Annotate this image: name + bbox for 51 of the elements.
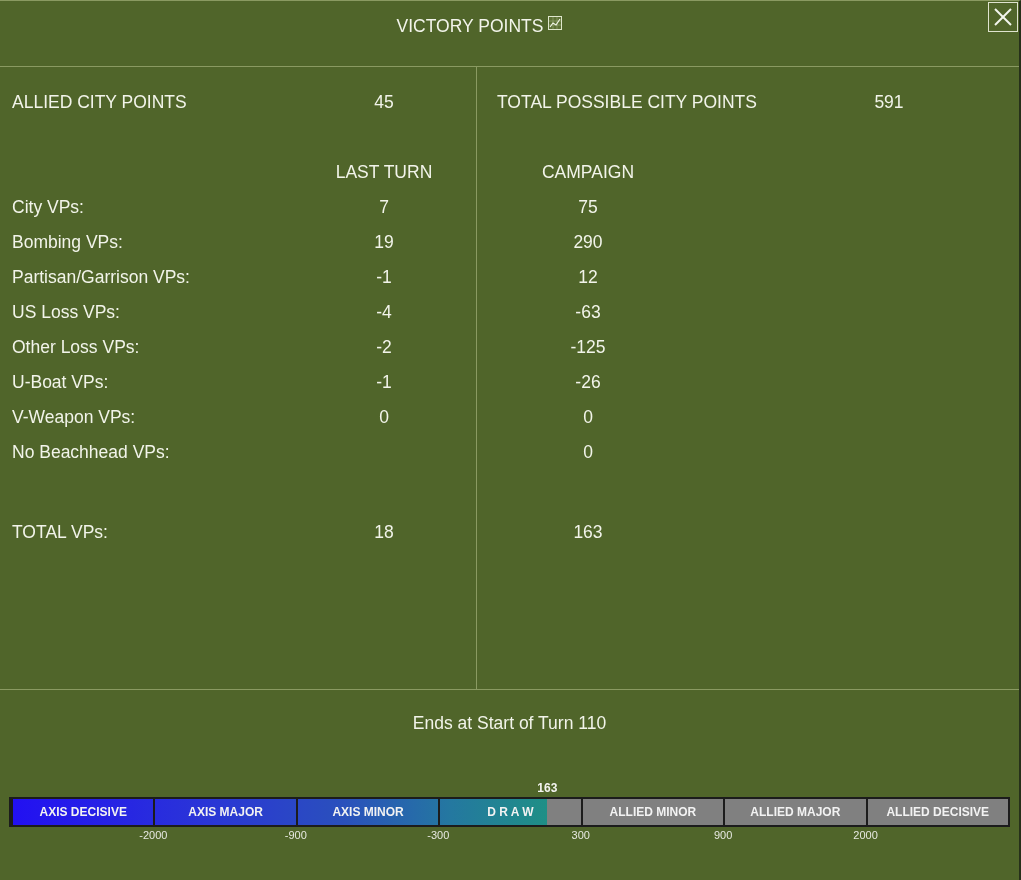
last-turn-value: -1 xyxy=(376,265,392,288)
chart-icon[interactable] xyxy=(548,16,563,30)
row-label: City VPs: xyxy=(12,195,84,218)
campaign-total: 163 xyxy=(573,520,603,543)
marker-value: 163 xyxy=(537,781,558,795)
victory-level-label: ALLIED MINOR xyxy=(609,805,697,819)
row-label: V-Weapon VPs: xyxy=(12,405,136,428)
end-condition-text: Ends at Start of Turn 110 xyxy=(412,712,607,734)
campaign-value: 290 xyxy=(573,230,603,253)
campaign-value: 0 xyxy=(583,405,593,428)
campaign-value: 0 xyxy=(583,440,593,463)
column-header: CAMPAIGN xyxy=(541,160,634,183)
close-icon xyxy=(992,6,1014,28)
city-points-value: 45 xyxy=(374,90,394,113)
campaign-value: -63 xyxy=(575,300,601,323)
last-turn-value: 19 xyxy=(374,230,394,253)
campaign-value: 75 xyxy=(578,195,598,218)
tick-label: 2000 xyxy=(853,829,878,841)
last-turn-value: -2 xyxy=(376,335,392,358)
tick-label: -2000 xyxy=(139,829,168,841)
victory-level-label: ALLIED DECISIVE xyxy=(886,805,990,819)
window-title: VICTORY POINTS xyxy=(396,15,544,37)
row-label: US Loss VPs: xyxy=(12,300,120,323)
total-label: TOTAL VPs: xyxy=(12,520,108,543)
row-label: Other Loss VPs: xyxy=(12,335,140,358)
victory-level-label: ALLIED MAJOR xyxy=(750,805,841,819)
campaign-value: -125 xyxy=(570,335,606,358)
last-turn-value: 0 xyxy=(379,405,389,428)
row-label: Partisan/Garrison VPs: xyxy=(12,265,190,288)
close-button[interactable] xyxy=(988,2,1018,32)
campaign-value: 12 xyxy=(578,265,598,288)
last-turn-value: 7 xyxy=(379,195,389,218)
tick-label: -300 xyxy=(427,829,450,841)
victory-level-label: AXIS DECISIVE xyxy=(39,805,127,819)
victory-level-label: D R A W xyxy=(487,805,534,819)
column-header: LAST TURN xyxy=(335,160,433,183)
city-points-label: TOTAL POSSIBLE CITY POINTS xyxy=(497,90,757,113)
last-turn-value: -4 xyxy=(376,300,392,323)
row-label: U-Boat VPs: xyxy=(12,370,109,393)
tick-label: -900 xyxy=(284,829,307,841)
row-label: No Beachhead VPs: xyxy=(12,440,170,463)
last-turn-value: -1 xyxy=(376,370,392,393)
last-turn-total: 18 xyxy=(374,520,394,543)
tick-label: 900 xyxy=(713,829,733,841)
city-points-label: ALLIED CITY POINTS xyxy=(12,90,187,113)
campaign-value: -26 xyxy=(575,370,601,393)
row-label: Bombing VPs: xyxy=(12,230,123,253)
city-points-value: 591 xyxy=(874,90,904,113)
victory-level-label: AXIS MAJOR xyxy=(188,805,263,819)
tick-label: 300 xyxy=(571,829,590,841)
victory-level-label: AXIS MINOR xyxy=(332,805,404,819)
